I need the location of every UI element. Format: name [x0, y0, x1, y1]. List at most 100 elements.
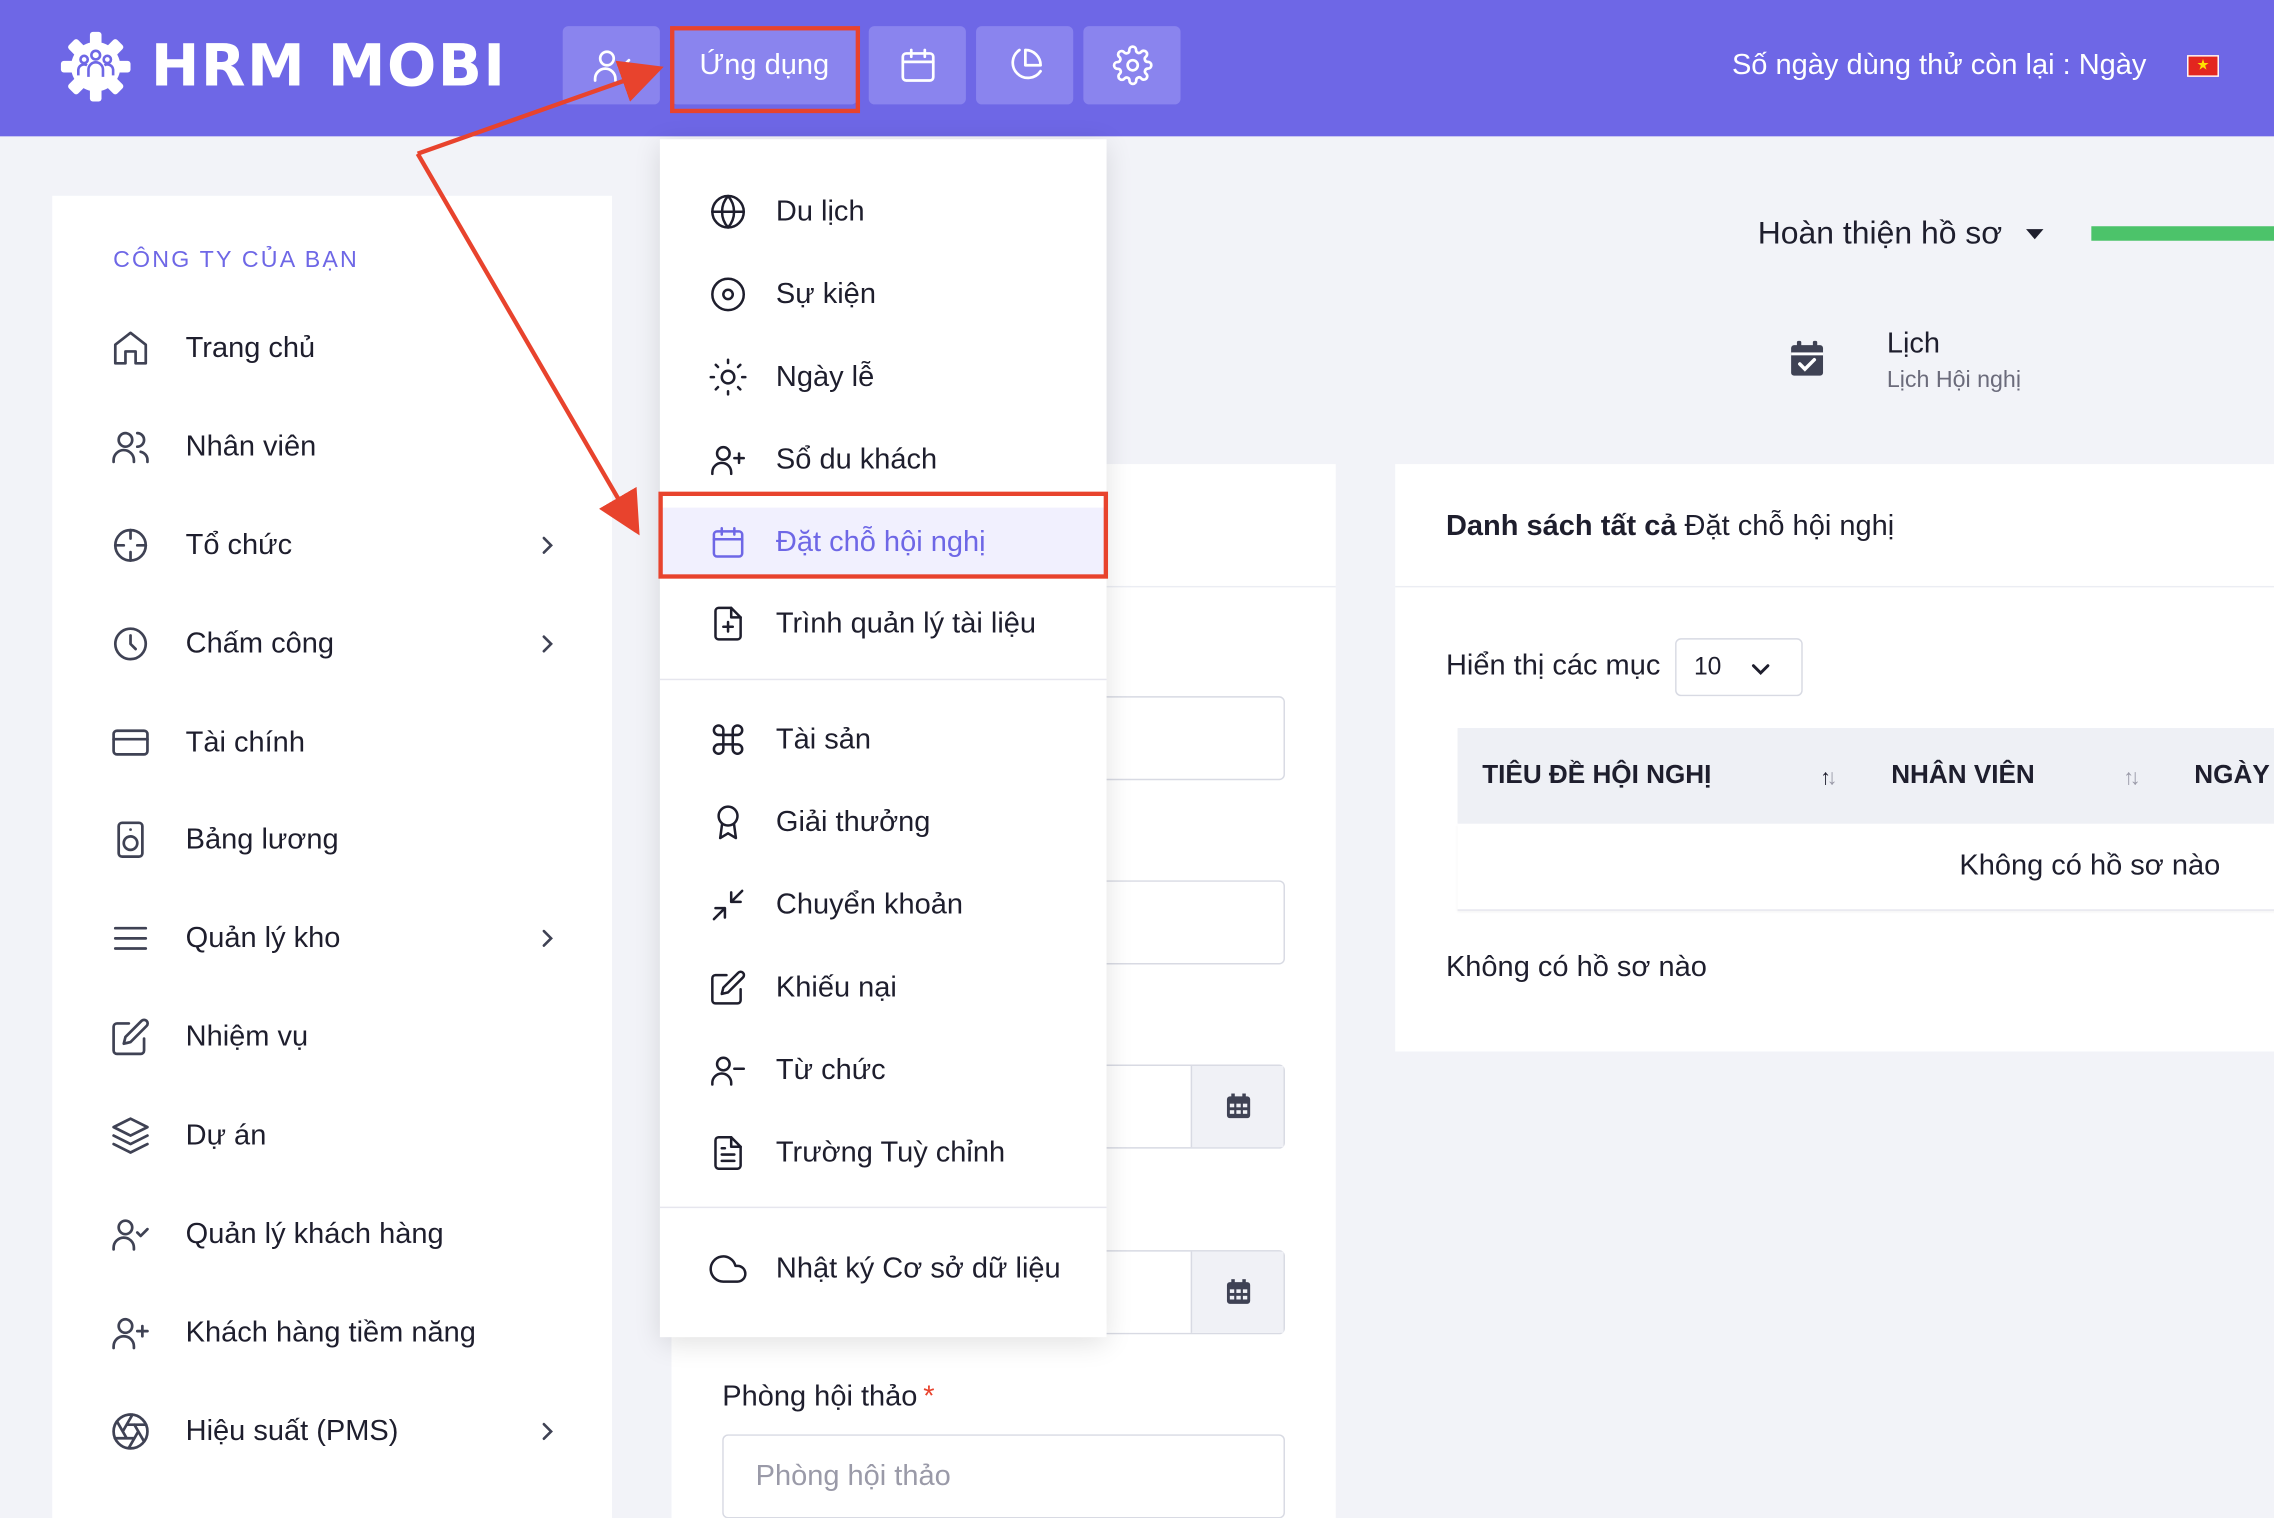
award-icon	[717, 805, 739, 840]
sort-icon[interactable]: ↑↓	[1820, 766, 1837, 791]
file-plus-icon	[714, 606, 742, 641]
menu-item-chuyen-khoan[interactable]: Chuyển khoản	[660, 870, 1107, 940]
user-plus-icon-wrap	[110, 1313, 151, 1354]
sidebar-item-label: Quản lý kho	[185, 921, 341, 954]
sun-icon	[709, 358, 747, 396]
gear-people-logo-icon	[60, 31, 131, 102]
sidebar-item-label: Dự án	[185, 1118, 267, 1151]
column-header-date[interactable]: NGÀY	[2194, 760, 2269, 790]
sidebar-item-cham-cong[interactable]: Chấm công	[110, 615, 560, 673]
menu-item-tu-chuc[interactable]: Từ chức	[660, 1036, 1107, 1106]
chevron-down-icon	[1751, 664, 1770, 675]
chevron-right-icon	[542, 1422, 553, 1441]
calendar-icon	[1226, 1279, 1250, 1304]
menu-item-label: Khiếu nại	[775, 970, 897, 1003]
menu-item-giai-thuong[interactable]: Giải thưởng	[660, 788, 1107, 858]
reports-button[interactable]	[976, 26, 1074, 105]
sidebar-item-to-chuc[interactable]: Tổ chức	[110, 516, 560, 574]
aperture-icon-wrap	[110, 1411, 151, 1452]
start-date-calendar-button[interactable]	[1190, 1065, 1284, 1148]
file-text-icon	[714, 1136, 742, 1170]
sidebar-item-hieu-suat-pms[interactable]: Hiệu suất (PMS)	[110, 1402, 560, 1460]
menu-item-label: Sổ du khách	[775, 443, 938, 475]
calendar-button[interactable]	[868, 26, 966, 105]
room-input[interactable]	[722, 1434, 1285, 1518]
crosshair-icon	[113, 528, 148, 562]
menu-item-so-du-khach[interactable]: Sổ du khách	[660, 425, 1107, 495]
home-icon	[113, 331, 148, 365]
menu-item-nhat-ky-co-so-du-lieu[interactable]: Nhật ký Cơ sở dữ liệu	[660, 1234, 1107, 1304]
column-header-title[interactable]: TIÊU ĐỀ HỘI NGHỊ	[1482, 760, 1711, 790]
menu-item-su-kien[interactable]: Sự kiện	[660, 260, 1107, 330]
sidebar-item-nhan-vien[interactable]: Nhân viên	[110, 418, 560, 476]
sidebar-item-quan-ly-khach-hang[interactable]: Quản lý khách hàng	[110, 1205, 560, 1263]
file-plus-icon-wrap	[709, 605, 747, 643]
chevron-right-icon	[542, 929, 553, 947]
minimize-icon-wrap	[709, 886, 747, 924]
vietnam-flag-icon[interactable]: ★	[2187, 55, 2219, 77]
breadcrumb-title: Lịch	[1886, 327, 1941, 360]
page-size-value: 10	[1693, 652, 1722, 681]
menu-item-ngay-le[interactable]: Ngày lễ	[660, 342, 1107, 412]
sidebar-item-du-an[interactable]: Dự án	[110, 1107, 560, 1165]
menu-item-dat-cho-hoi-nghi[interactable]: Đặt chỗ hội nghị	[659, 507, 1107, 578]
menu-item-label: Du lịch	[775, 195, 865, 227]
sidebar-item-label: Quản lý khách hàng	[185, 1217, 444, 1250]
menu-item-trinh-quan-ly-tai-lieu[interactable]: Trình quản lý tài liệu	[660, 589, 1107, 659]
page-size-select[interactable]: 10	[1675, 638, 1803, 697]
edit-icon-wrap	[110, 1017, 151, 1058]
layers-icon-wrap	[110, 1115, 151, 1156]
clock-icon	[113, 627, 148, 661]
room-label-text: Phòng hội thảo	[722, 1380, 918, 1413]
payroll-icon	[117, 821, 144, 858]
sidebar-item-label: Khách hàng tiềm năng	[185, 1316, 476, 1349]
settings-button[interactable]	[1083, 26, 1181, 105]
clock-icon-wrap	[110, 624, 151, 665]
sidebar-section-title: CÔNG TY CỦA BẠN	[113, 248, 359, 273]
sidebar-item-tai-chinh[interactable]: Tài chính	[110, 714, 560, 772]
table-row-empty: Không có hồ sơ nào	[1457, 823, 2274, 911]
apps-menu-button[interactable]: Ứng dụng	[671, 26, 858, 105]
apps-dropdown-menu: Du lịch Sự kiện Ngày lễ Sổ du khách Đặt chỗ …	[659, 139, 1107, 1338]
sun-icon-wrap	[709, 358, 747, 396]
brand-logo[interactable]: HRM MOBI	[58, 29, 506, 104]
minimize-icon	[712, 889, 744, 921]
sidebar-item-bang-luong[interactable]: Bảng lương	[110, 811, 560, 869]
menu-divider	[659, 1206, 1107, 1209]
menu-item-truong-tuy-chinh[interactable]: Trường Tuỳ chỉnh	[660, 1118, 1107, 1188]
profile-progress-fill	[2091, 226, 2274, 241]
edit-icon-wrap	[709, 969, 747, 1007]
cloud-icon	[709, 1255, 747, 1283]
card-header-divider	[1395, 585, 2274, 588]
caret-down-icon	[2025, 228, 2043, 239]
menu-item-tai-san[interactable]: Tài sản	[660, 705, 1107, 775]
credit-card-icon-wrap	[110, 722, 151, 763]
profile-progress-bar	[2091, 226, 2274, 241]
brand-name: HRM MOBI	[150, 33, 507, 101]
sidebar-item-label: Tài chính	[185, 725, 305, 758]
sidebar-item-trang-chu[interactable]: Trang chủ	[110, 319, 560, 377]
user-plus-icon	[112, 1317, 149, 1350]
booking-list-card: Danh sách tất cả Đặt chỗ hội nghị Hiển t…	[1395, 464, 2274, 1052]
sidebar-item-nhiem-vu[interactable]: Nhiệm vụ	[110, 1008, 560, 1066]
menu-item-label: Sự kiện	[775, 277, 876, 310]
sidebar-item-quan-ly-kho[interactable]: Quản lý kho	[110, 909, 560, 967]
payroll-icon-wrap	[110, 819, 151, 860]
end-date-calendar-button[interactable]	[1190, 1251, 1284, 1333]
users-icon	[112, 431, 149, 464]
menu-item-label: Chuyển khoản	[775, 888, 963, 921]
sidebar-item-khach-hang-tiem-nang[interactable]: Khách hàng tiềm năng	[110, 1304, 560, 1362]
required-asterisk: *	[923, 1380, 935, 1413]
employee-menu-button[interactable]	[562, 26, 660, 105]
user-minus-icon	[711, 1056, 746, 1086]
menu-item-du-lich[interactable]: Du lịch	[660, 177, 1107, 247]
sort-icon[interactable]: ↑↓	[2123, 766, 2140, 791]
menu-item-khieu-nai[interactable]: Khiếu nại	[660, 953, 1107, 1023]
credit-card-icon	[112, 729, 149, 756]
list-card-title: Danh sách tất cả Đặt chỗ hội nghị	[1446, 511, 1894, 544]
column-header-employee[interactable]: NHÂN VIÊN	[1891, 760, 2035, 790]
user-check-icon-wrap	[110, 1214, 151, 1255]
calendar-icon-wrap	[709, 524, 747, 562]
layers-icon	[112, 1117, 149, 1154]
profile-completion-dropdown[interactable]: Hoàn thiện hồ sơ	[1758, 215, 2043, 253]
